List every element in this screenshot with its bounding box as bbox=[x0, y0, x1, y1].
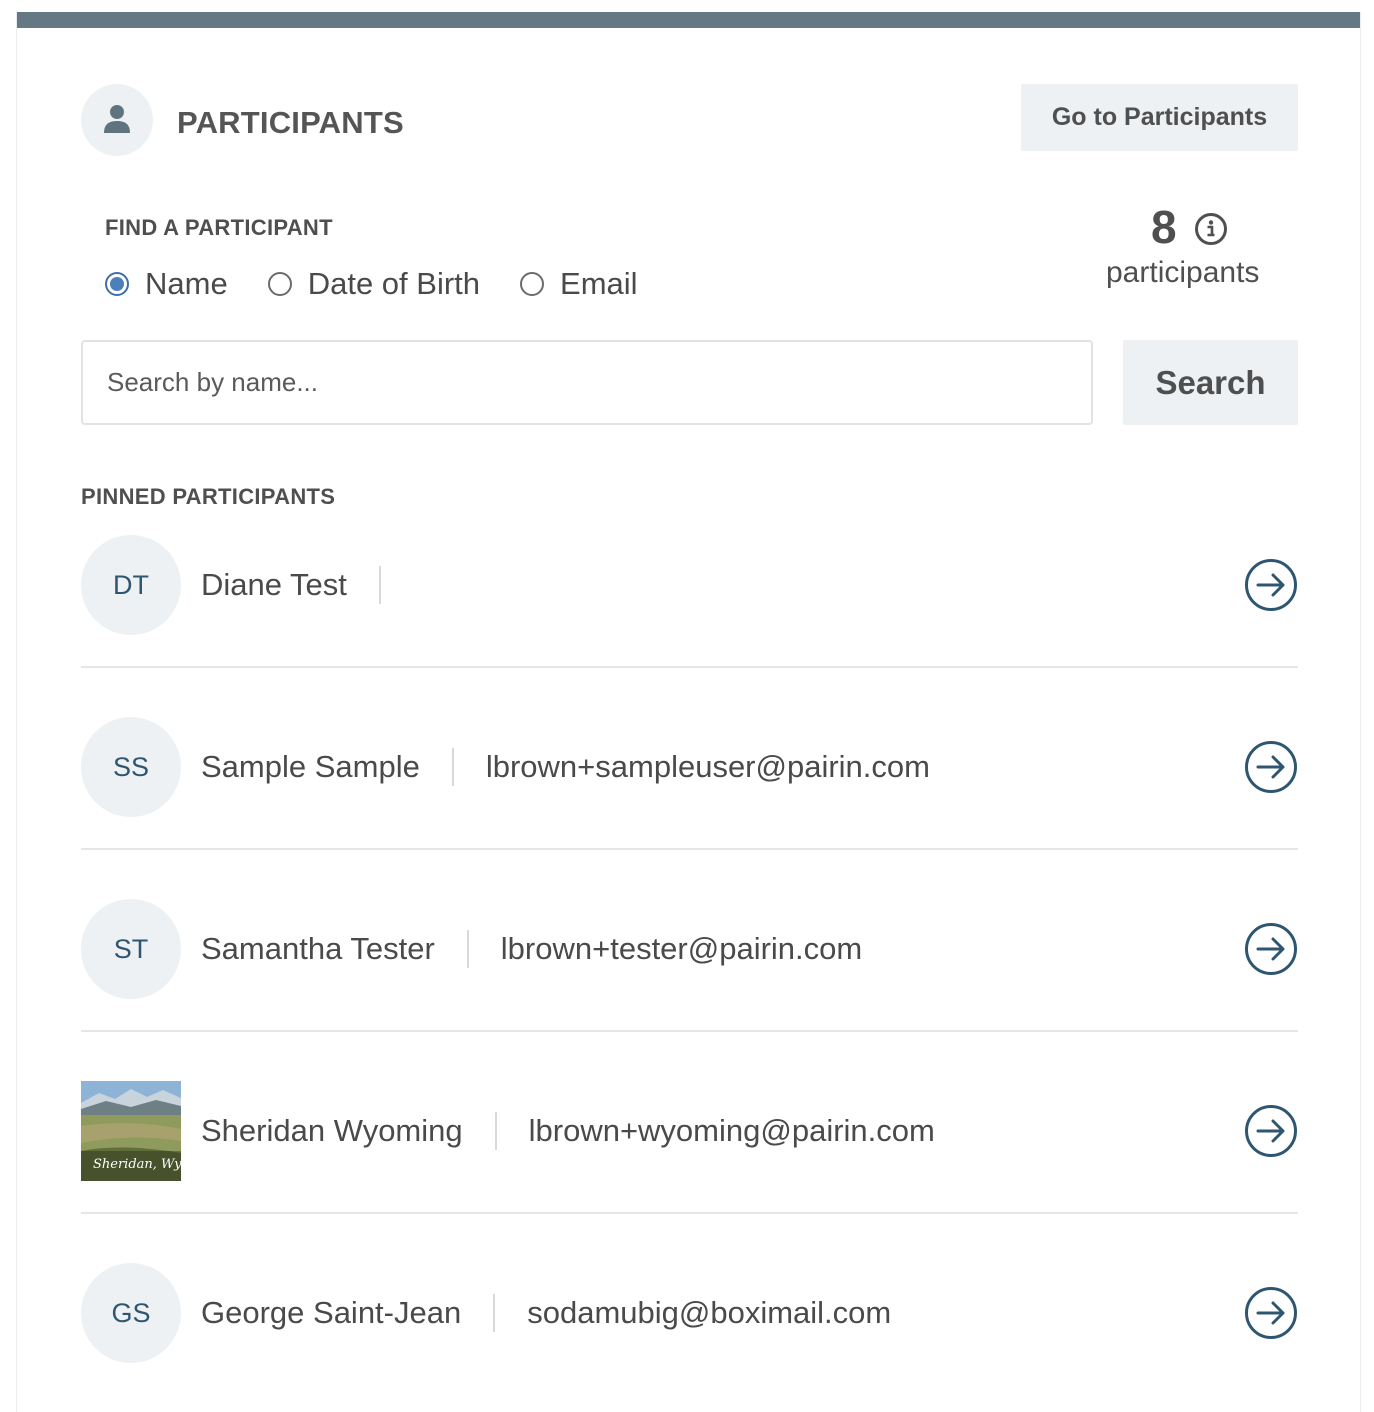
radio-date-of-birth-button[interactable] bbox=[267, 272, 292, 296]
list-item: DT Diane Test bbox=[81, 534, 1298, 668]
avatar: GS bbox=[81, 1263, 181, 1363]
participant-email: lbrown+wyoming@pairin.com bbox=[528, 1113, 935, 1148]
photo-caption: Sheridan, Wyo bbox=[93, 1157, 181, 1172]
arrow-right-circle-icon[interactable] bbox=[1244, 922, 1298, 976]
participant-name: Diane Test bbox=[201, 567, 347, 602]
radio-name-button[interactable] bbox=[105, 272, 129, 296]
pinned-participants-list: DT Diane Test SS Sample Sample lbrown+sa… bbox=[81, 534, 1298, 1396]
participant-email: sodamubig@boximail.com bbox=[527, 1295, 892, 1330]
list-item: Sheridan, Wyo Sheridan Wyoming lbrown+wy… bbox=[81, 1032, 1298, 1214]
participant-email: lbrown+tester@pairin.com bbox=[500, 931, 863, 966]
participant-info: Sheridan Wyoming lbrown+wyoming@pairin.c… bbox=[201, 1111, 935, 1151]
participant-email: lbrown+sampleuser@pairin.com bbox=[485, 749, 930, 784]
avatar: SS bbox=[81, 717, 181, 817]
participants-card: PARTICIPANTS Go to Participants FIND A P… bbox=[16, 12, 1361, 1412]
list-item: ST Samantha Tester lbrown+tester@pairin.… bbox=[81, 850, 1298, 1032]
list-item: SS Sample Sample lbrown+sampleuser@pairi… bbox=[81, 668, 1298, 850]
participant-name: Sample Sample bbox=[201, 749, 420, 784]
radio-name[interactable]: Name bbox=[105, 266, 228, 302]
separator bbox=[493, 1294, 496, 1332]
participant-name: Sheridan Wyoming bbox=[201, 1113, 463, 1148]
page-title: PARTICIPANTS bbox=[177, 105, 404, 140]
radio-date-of-birth[interactable]: Date of Birth bbox=[267, 266, 480, 302]
radio-name-label[interactable]: Name bbox=[145, 266, 228, 302]
radio-email-button[interactable] bbox=[520, 272, 545, 296]
participant-count-label: participants bbox=[1106, 256, 1260, 289]
avatar: ST bbox=[81, 899, 181, 999]
participant-info: Sample Sample lbrown+sampleuser@pairin.c… bbox=[201, 747, 930, 787]
separator bbox=[378, 566, 381, 604]
participant-info: George Saint-Jean sodamubig@boximail.com bbox=[201, 1293, 891, 1333]
separator bbox=[466, 930, 469, 968]
arrow-right-circle-icon[interactable] bbox=[1244, 1286, 1298, 1340]
arrow-right-circle-icon[interactable] bbox=[1244, 1104, 1298, 1158]
avatar-photo: Sheridan, Wyo bbox=[81, 1081, 181, 1181]
radio-date-of-birth-label[interactable]: Date of Birth bbox=[308, 266, 480, 302]
list-item: GS George Saint-Jean sodamubig@boximail.… bbox=[81, 1214, 1298, 1396]
search-button[interactable]: Search bbox=[1123, 340, 1298, 425]
avatar: DT bbox=[81, 535, 181, 635]
separator bbox=[451, 748, 454, 786]
participant-count: 8 bbox=[1151, 201, 1177, 253]
participant-name: George Saint-Jean bbox=[201, 1295, 462, 1330]
participant-info: Diane Test bbox=[201, 565, 413, 605]
participant-name: Samantha Tester bbox=[201, 931, 435, 966]
participant-info: Samantha Tester lbrown+tester@pairin.com bbox=[201, 929, 862, 969]
landscape-photo: Sheridan, Wyo bbox=[81, 1081, 181, 1181]
pinned-participants-label: PINNED PARTICIPANTS bbox=[81, 484, 336, 509]
radio-email-label[interactable]: Email bbox=[560, 266, 638, 302]
arrow-right-circle-icon[interactable] bbox=[1244, 558, 1298, 612]
separator bbox=[494, 1112, 497, 1150]
radio-email[interactable]: Email bbox=[520, 266, 638, 302]
find-participant-label: FIND A PARTICIPANT bbox=[105, 215, 333, 240]
arrow-right-circle-icon[interactable] bbox=[1244, 740, 1298, 794]
info-icon[interactable] bbox=[1194, 212, 1228, 246]
person-icon bbox=[81, 84, 153, 156]
card-top-bar bbox=[17, 12, 1360, 28]
go-to-participants-button[interactable]: Go to Participants bbox=[1021, 84, 1298, 151]
search-type-radio-group: Name Date of Birth Email bbox=[105, 266, 678, 302]
search-input[interactable] bbox=[81, 340, 1093, 425]
